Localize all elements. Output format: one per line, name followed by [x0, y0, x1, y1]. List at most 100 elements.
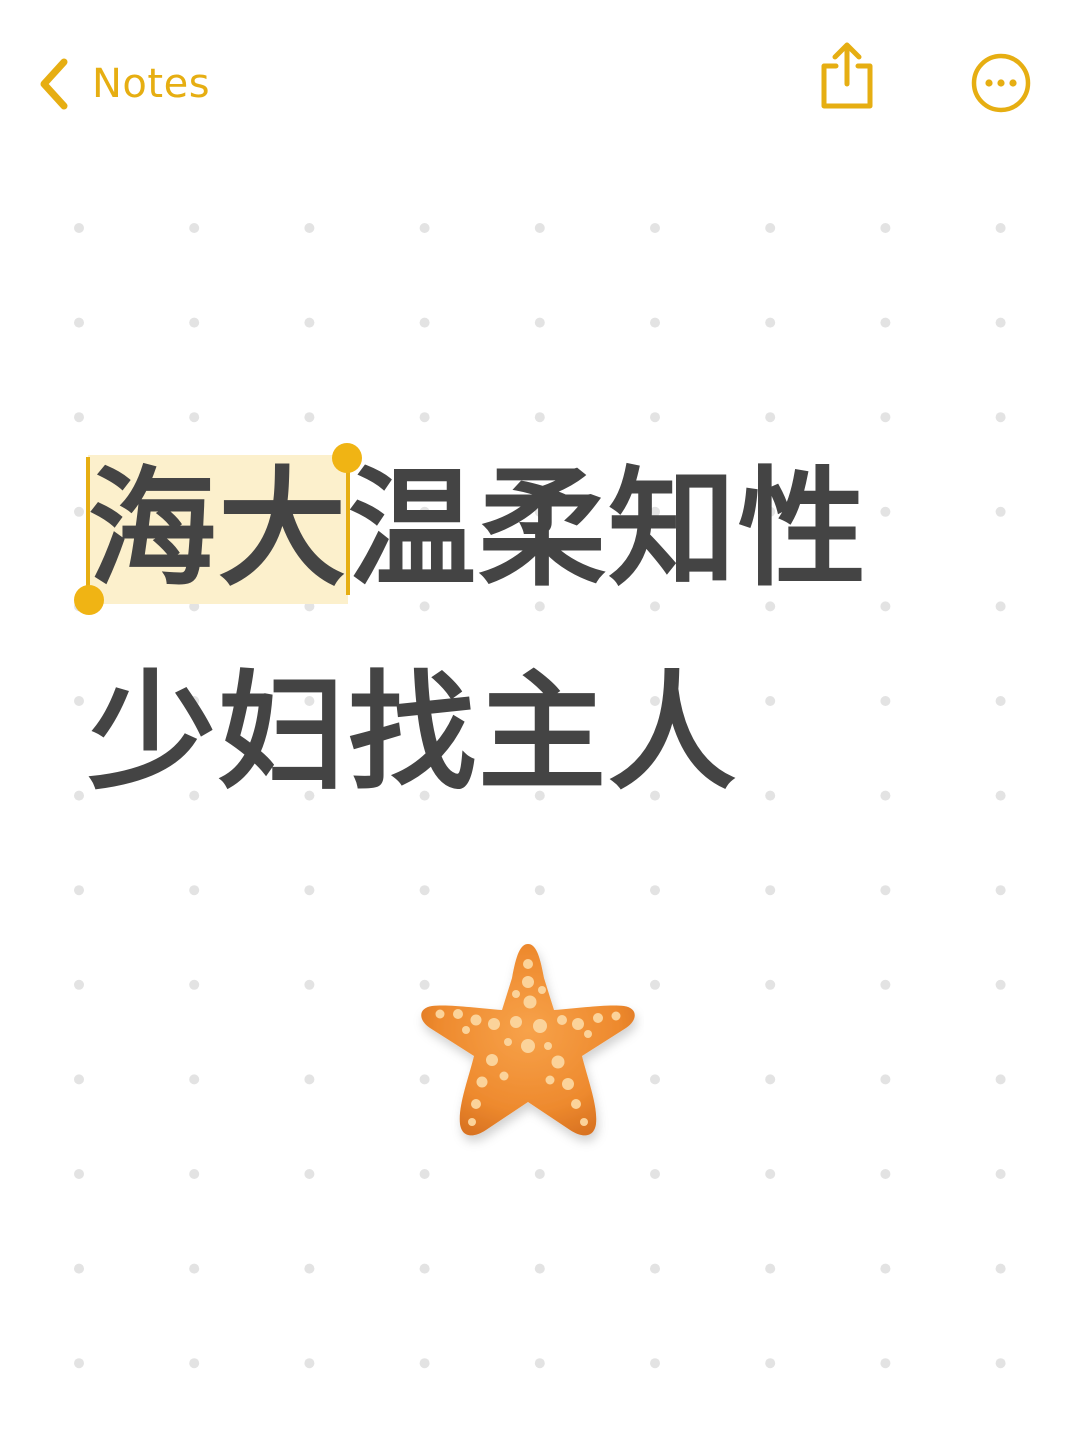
- note-line-2[interactable]: 少妇找主人: [88, 664, 738, 804]
- grid-dot: [880, 506, 891, 517]
- grid-dot: [765, 696, 776, 706]
- grid-dot: [880, 790, 891, 801]
- grid-dot: [74, 317, 84, 328]
- grid-dot: [650, 979, 660, 990]
- grid-dot: [419, 1358, 430, 1369]
- grid-dot: [419, 223, 430, 233]
- grid-dot: [304, 412, 315, 423]
- grid-dot: [995, 1169, 1006, 1179]
- grid-dot: [995, 1263, 1006, 1274]
- grid-dot: [189, 1074, 200, 1085]
- grid-dot: [189, 1263, 200, 1274]
- more-options-button[interactable]: [970, 52, 1032, 114]
- grid-dot: [74, 223, 84, 233]
- navigation-bar: Notes: [0, 0, 1080, 160]
- grid-dot: [650, 1169, 660, 1179]
- grid-dot: [880, 601, 891, 612]
- grid-dot: [189, 223, 200, 233]
- grid-dot: [304, 1074, 315, 1085]
- share-button[interactable]: [814, 40, 880, 112]
- grid-dot: [765, 1263, 776, 1274]
- grid-dot: [419, 1169, 430, 1179]
- grid-dot: [534, 1263, 545, 1274]
- grid-dot: [880, 223, 891, 233]
- note-line-1-rest: 温柔知性: [348, 455, 869, 604]
- starfish-icon: [421, 944, 635, 1136]
- selection-start-caret: [86, 457, 90, 595]
- grid-dot: [650, 1263, 660, 1274]
- grid-dot: [765, 979, 776, 990]
- selection-end-handle[interactable]: [332, 443, 363, 473]
- grid-dot: [650, 317, 660, 328]
- grid-dot: [534, 885, 545, 896]
- grid-dot: [304, 1358, 315, 1369]
- grid-dot: [534, 412, 545, 423]
- grid-dot: [534, 223, 545, 233]
- grid-dot: [534, 1169, 545, 1179]
- grid-dot: [880, 885, 891, 896]
- grid-dot: [189, 1169, 200, 1179]
- grid-dot: [74, 1074, 84, 1085]
- grid-dot: [304, 885, 315, 896]
- grid-dot: [74, 506, 84, 517]
- grid-dot: [650, 412, 660, 423]
- grid-dot: [534, 317, 545, 328]
- grid-dot: [419, 317, 430, 328]
- grid-dot: [880, 1169, 891, 1179]
- grid-dot: [995, 885, 1006, 896]
- grid-dot: [74, 1263, 84, 1274]
- grid-dot: [419, 885, 430, 896]
- grid-dot: [74, 1358, 84, 1369]
- grid-dot: [995, 412, 1006, 423]
- grid-dot: [74, 790, 84, 801]
- selection-start-handle[interactable]: [74, 585, 104, 615]
- grid-dot: [765, 1358, 776, 1369]
- grid-dot: [304, 979, 315, 990]
- grid-dot: [765, 223, 776, 233]
- grid-dot: [304, 223, 315, 233]
- grid-dot: [765, 1169, 776, 1179]
- grid-dot: [765, 317, 776, 328]
- grid-dot: [765, 790, 776, 801]
- grid-dot: [995, 601, 1006, 612]
- back-button[interactable]: Notes: [36, 52, 210, 116]
- text-selection[interactable]: 海大: [74, 443, 363, 615]
- grid-dot: [995, 1074, 1006, 1085]
- chevron-left-icon: [40, 58, 68, 110]
- grid-dot: [189, 317, 200, 328]
- grid-dot: [189, 979, 200, 990]
- selection-end-caret: [346, 457, 351, 595]
- grid-dot: [74, 412, 84, 423]
- grid-dot: [995, 790, 1006, 801]
- grid-dot: [880, 317, 891, 328]
- grid-dot: [304, 317, 315, 328]
- grid-dot: [880, 696, 891, 706]
- grid-dot: [995, 979, 1006, 990]
- grid-dot: [880, 1074, 891, 1085]
- grid-dot: [189, 885, 200, 896]
- grid-dot: [650, 885, 660, 896]
- grid-dot: [650, 1358, 660, 1369]
- grid-dot: [880, 1263, 891, 1274]
- grid-dot: [995, 696, 1006, 706]
- grid-dot: [419, 1263, 430, 1274]
- grid-dot: [995, 506, 1006, 517]
- grid-dot: [189, 412, 200, 423]
- note-line-1[interactable]: 海大 温柔知性: [74, 443, 868, 615]
- grid-dot: [880, 412, 891, 423]
- ellipsis-circle-icon: [971, 53, 1031, 113]
- grid-dot: [880, 979, 891, 990]
- grid-dot: [74, 885, 84, 896]
- grid-dot: [74, 979, 84, 990]
- grid-dot: [189, 1358, 200, 1369]
- grid-dot: [995, 317, 1006, 328]
- selected-text: 海大: [88, 455, 349, 604]
- grid-dot: [650, 1074, 660, 1085]
- grid-dot: [419, 412, 430, 423]
- grid-dot: [650, 223, 660, 233]
- back-label: Notes: [92, 61, 211, 107]
- grid-dot: [995, 1358, 1006, 1369]
- grid-dot: [74, 696, 84, 706]
- grid-dot: [880, 1358, 891, 1369]
- grid-dot: [765, 885, 776, 896]
